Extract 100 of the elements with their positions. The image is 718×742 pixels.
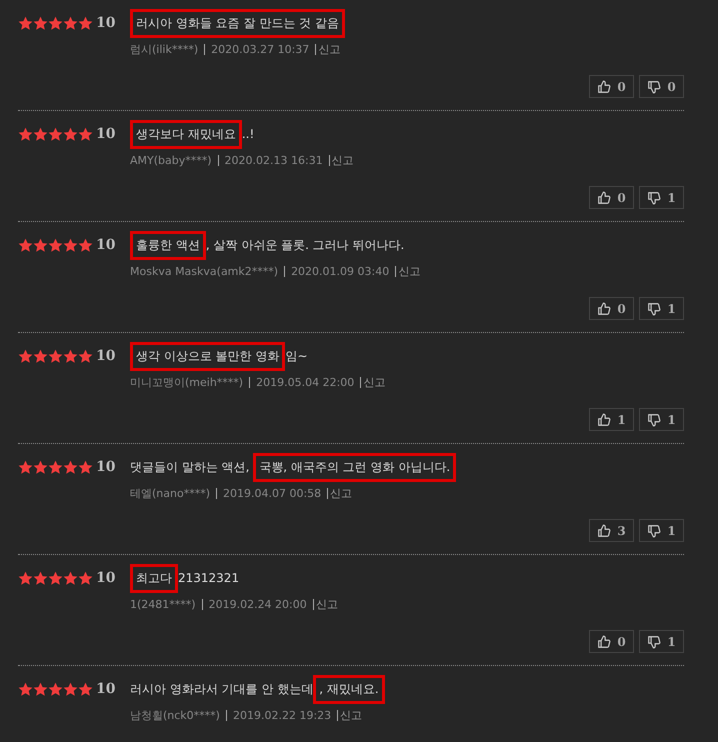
highlighted-text: 생각보다 재밌네요 bbox=[130, 120, 242, 148]
highlighted-text: 훌륭한 액션 bbox=[130, 230, 206, 260]
author-name: AMY(baby****) bbox=[130, 154, 212, 167]
star-icon bbox=[48, 570, 63, 586]
review-date: 2019.02.22 19:23 bbox=[232, 709, 332, 722]
thumbs-down-icon bbox=[647, 190, 662, 204]
star-icon bbox=[48, 126, 63, 142]
star-icon bbox=[48, 238, 63, 252]
highlighted-text: , 재밌네요. bbox=[313, 674, 385, 704]
report-link[interactable]: 신고 bbox=[316, 597, 338, 612]
review-text: 21312321 bbox=[178, 571, 240, 585]
thumbs-up-icon bbox=[597, 412, 612, 426]
star-icon bbox=[63, 238, 78, 252]
star-icon bbox=[78, 570, 93, 586]
highlighted-text: 러시아 영화들 요즘 잘 만드는 것 같음 bbox=[130, 8, 345, 38]
dislike-button[interactable]: 1 bbox=[639, 630, 684, 653]
rating-score: 10 bbox=[96, 237, 116, 253]
highlighted-text: 생각 이상으로 볼만한 영화 bbox=[130, 342, 286, 370]
author-name: 남청휠(nck0****) bbox=[130, 708, 220, 723]
star-icon bbox=[78, 16, 93, 30]
star-icon bbox=[48, 348, 63, 364]
star-icon bbox=[18, 238, 33, 252]
star-icon bbox=[78, 126, 93, 142]
rating-score: 10 bbox=[96, 570, 116, 586]
dislike-button[interactable]: 1 bbox=[639, 408, 684, 431]
star-icon bbox=[63, 126, 78, 142]
like-button[interactable]: 0 bbox=[589, 186, 634, 209]
star-icon bbox=[78, 238, 93, 252]
review-date: 2020.03.27 10:37 bbox=[211, 43, 310, 56]
star-icon bbox=[18, 460, 33, 474]
star-icon bbox=[78, 348, 93, 364]
review-date: 2020.02.13 16:31 bbox=[224, 154, 323, 167]
thumbs-up-icon bbox=[597, 634, 612, 648]
star-icon bbox=[63, 348, 78, 364]
report-link[interactable]: 신고 bbox=[330, 486, 352, 501]
star-icon bbox=[78, 460, 93, 474]
dislike-button[interactable]: 1 bbox=[639, 186, 684, 209]
star-icon bbox=[18, 682, 33, 696]
star-icon bbox=[18, 16, 33, 30]
star-icon bbox=[18, 126, 33, 142]
star-icon bbox=[33, 126, 48, 142]
star-icon bbox=[33, 570, 48, 586]
review-date: 2019.02.24 20:00 bbox=[208, 598, 307, 611]
star-icon bbox=[33, 682, 48, 696]
thumbs-down-icon bbox=[647, 634, 662, 648]
thumbs-down-icon bbox=[647, 412, 662, 426]
report-link[interactable]: 신고 bbox=[398, 264, 420, 279]
thumbs-down-icon bbox=[647, 524, 662, 538]
thumbs-up-icon bbox=[597, 524, 612, 538]
dislike-button[interactable]: 1 bbox=[639, 519, 684, 542]
star-icon bbox=[63, 570, 78, 586]
thumbs-up-icon bbox=[597, 302, 612, 316]
thumbs-down-icon bbox=[647, 302, 662, 316]
author-name: 1(2481****) bbox=[130, 598, 196, 611]
report-link[interactable]: 신고 bbox=[340, 708, 362, 723]
author-name: 미니꼬맹이(meih****) bbox=[130, 375, 244, 390]
review-date: 2020.01.09 03:40 bbox=[291, 265, 390, 278]
like-button[interactable]: 1 bbox=[589, 408, 634, 431]
author-name: Moskva Maskva(amk2****) bbox=[130, 265, 278, 278]
review-date: 2019.04.07 00:58 bbox=[223, 487, 322, 500]
star-icon bbox=[33, 16, 48, 30]
report-link[interactable]: 신고 bbox=[318, 42, 340, 57]
star-icon bbox=[18, 348, 33, 364]
like-button[interactable]: 0 bbox=[589, 630, 634, 653]
review-text: 댓글들이 말하는 액션, bbox=[130, 458, 250, 476]
like-button[interactable]: 0 bbox=[589, 75, 634, 98]
star-icon bbox=[18, 570, 33, 586]
rating-score: 10 bbox=[96, 126, 116, 142]
dislike-button[interactable]: 1 bbox=[639, 297, 684, 320]
star-icon bbox=[33, 460, 48, 474]
star-icon bbox=[48, 682, 63, 696]
star-icon bbox=[63, 460, 78, 474]
star-icon bbox=[33, 348, 48, 364]
review-text: , 살짝 아쉬운 플롯. 그러나 뛰어나다. bbox=[206, 236, 404, 254]
rating-score: 10 bbox=[96, 681, 116, 697]
review-date: 2019.05.04 22:00 bbox=[256, 376, 354, 389]
thumbs-up-icon bbox=[597, 80, 612, 94]
like-button[interactable]: 0 bbox=[589, 297, 634, 320]
thumbs-down-icon bbox=[647, 80, 662, 94]
star-icon bbox=[48, 16, 63, 30]
rating-score: 10 bbox=[96, 348, 116, 364]
review-text: 임~ bbox=[285, 348, 308, 364]
star-icon bbox=[78, 682, 93, 696]
thumbs-up-icon bbox=[597, 190, 612, 204]
rating-score: 10 bbox=[96, 459, 116, 475]
like-button[interactable]: 3 bbox=[589, 519, 634, 542]
report-link[interactable]: 신고 bbox=[363, 375, 386, 390]
highlighted-text: 국뽕, 애국주의 그런 영화 아닙니다. bbox=[253, 452, 456, 482]
rating-score: 10 bbox=[96, 15, 116, 31]
report-link[interactable]: 신고 bbox=[332, 153, 354, 168]
star-icon bbox=[63, 682, 78, 696]
highlighted-text: 최고다 bbox=[130, 564, 178, 592]
dislike-button[interactable]: 0 bbox=[639, 75, 684, 98]
star-icon bbox=[33, 238, 48, 252]
star-icon bbox=[48, 460, 63, 474]
review-text: ..! bbox=[242, 127, 254, 141]
star-icon bbox=[63, 16, 78, 30]
author-name: 럼시(ilik****) bbox=[130, 42, 198, 57]
review-text: 러시아 영화라서 기대를 안 했는데 bbox=[130, 680, 314, 698]
author-name: 테엘(nano****) bbox=[130, 486, 210, 501]
